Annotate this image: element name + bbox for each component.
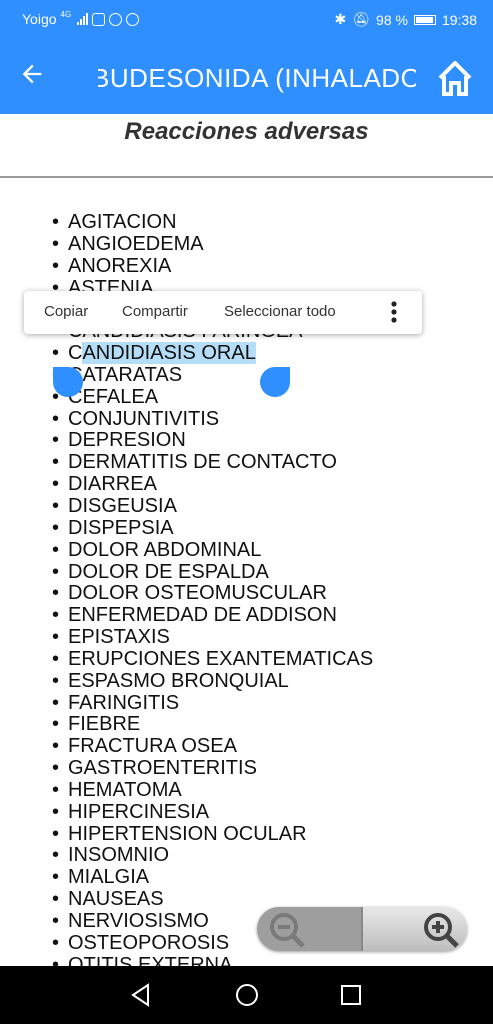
reaction-item: DOLOR DE ESPALDA [52, 561, 373, 584]
nav-recents-button[interactable] [338, 982, 364, 1008]
reaction-item: ERUPCIONES EXANTEMATICAS [52, 648, 373, 671]
reaction-item: ENFERMEDAD DE ADDISON [52, 604, 373, 627]
selected-text[interactable]: ANDIDIASIS ORAL [82, 342, 256, 365]
navigation-bar [0, 966, 493, 1024]
nav-back-icon [131, 983, 149, 1007]
nav-recents-icon [341, 985, 361, 1005]
reaction-item: CONJUNTIVITIS [52, 408, 373, 431]
zoom-in-icon [424, 913, 459, 948]
more-options-button[interactable] [384, 299, 404, 325]
arrow-left-icon [22, 64, 42, 84]
zoom-in-button[interactable] [363, 907, 467, 951]
reaction-item: DOLOR OSTEOMUSCULAR [52, 582, 373, 605]
nav-back-button[interactable] [128, 982, 154, 1008]
zoom-out-icon [270, 913, 305, 948]
zoom-controls [257, 907, 467, 951]
share-button[interactable]: Compartir [122, 303, 188, 320]
reaction-item: FARINGITIS [52, 692, 373, 715]
reaction-item: CATARATAS [52, 364, 373, 387]
carrier-label: Yoigo [22, 11, 57, 27]
clock: 19:38 [441, 11, 477, 28]
selection-end-handle[interactable] [260, 367, 290, 397]
reaction-item: ESPASMO BRONQUIAL [52, 670, 373, 693]
mute-icon: 🔕︎ [352, 11, 371, 27]
reaction-item: ANOREXIA [52, 255, 373, 278]
text-selection-menu: Copiar Compartir Seleccionar todo [24, 291, 422, 334]
reaction-item: DIARREA [52, 473, 373, 496]
reaction-item: ANGIOEDEMA [52, 233, 373, 256]
status-right: ✱ 🔕︎ 98 % 19:38 [335, 11, 477, 28]
more-vert-icon [391, 301, 397, 323]
nav-home-button[interactable] [234, 982, 260, 1008]
unselected-text: C [68, 342, 83, 365]
zoom-out-button[interactable] [257, 907, 361, 951]
copy-button[interactable]: Copiar [44, 303, 88, 320]
home-icon [438, 61, 472, 96]
bluetooth-icon: ✱ [334, 11, 347, 27]
status-bar: Yoigo 4G ✱ 🔕︎ 98 % 19:38 [0, 0, 493, 40]
app-bar: BUDESONIDA (INHALADO) [0, 40, 493, 114]
select-all-button[interactable]: Seleccionar todo [224, 303, 336, 320]
drug-title: BUDESONIDA (INHALADO) [98, 63, 416, 93]
back-button[interactable] [18, 60, 58, 96]
reaction-item: HEMATOMA [52, 779, 373, 802]
reaction-item: DEPRESION [52, 430, 373, 453]
reaction-item: GASTROENTERITIS [52, 757, 373, 780]
reaction-item: FRACTURA OSEA [52, 735, 373, 758]
reaction-item: AGITACION [52, 211, 373, 234]
reaction-item: DISGEUSIA [52, 495, 373, 518]
reaction-item: DISPEPSIA [52, 517, 373, 540]
status-left: Yoigo 4G [22, 9, 140, 27]
reaction-item: HIPERCINESIA [52, 801, 373, 824]
messenger-app-icon [109, 12, 123, 26]
reaction-item: HIPERTENSION OCULAR [52, 823, 373, 846]
signal-icon [77, 13, 89, 25]
whatsapp-icon [126, 12, 140, 26]
reaction-item: DOLOR ABDOMINAL [52, 539, 373, 562]
gallery-app-icon [92, 12, 106, 26]
battery-level: 98 % [376, 11, 408, 28]
reaction-item: CEFALEA [52, 386, 373, 409]
home-button[interactable] [434, 58, 476, 98]
reaction-item: FIEBRE [52, 714, 373, 737]
selection-start-handle[interactable] [53, 367, 83, 397]
nav-home-icon [236, 984, 258, 1006]
battery-icon [413, 14, 436, 25]
network-type: 4G [60, 9, 72, 19]
reaction-item: DERMATITIS DE CONTACTO [52, 451, 373, 474]
divider [0, 176, 493, 178]
reaction-item: CANDIDIASIS ORAL [52, 342, 373, 365]
reaction-item: INSOMNIO [52, 845, 373, 868]
reaction-item: EPISTAXIS [52, 626, 373, 649]
reaction-item: MIALGIA [52, 866, 373, 889]
section-title: Reacciones adversas [124, 118, 369, 145]
